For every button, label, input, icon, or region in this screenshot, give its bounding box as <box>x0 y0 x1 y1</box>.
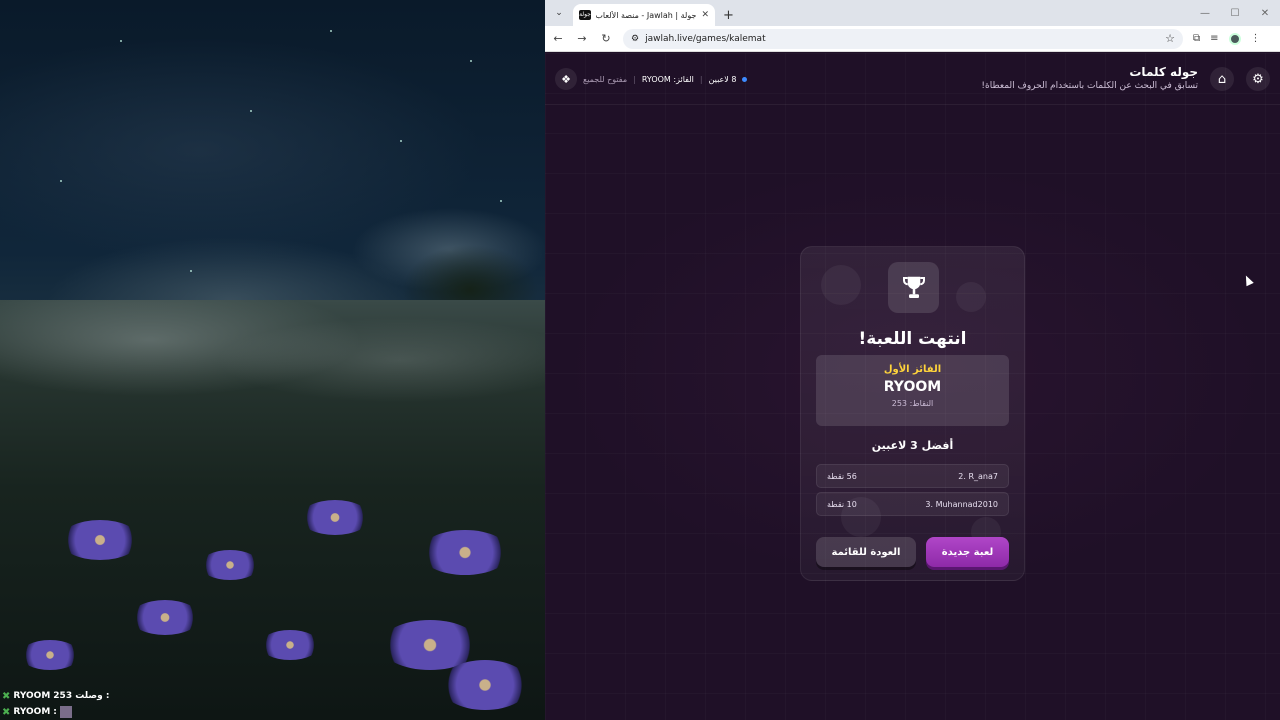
game-page: ⚙ ⌂ جوله كلمات تسابق في البحث عن الكلمات… <box>545 53 1280 720</box>
chat-user: RYOOM <box>13 691 51 701</box>
star-icon[interactable]: ☆ <box>1165 32 1175 45</box>
chat-user: RYOOM <box>13 707 51 717</box>
settings-icon[interactable]: ⚙ <box>1246 67 1270 91</box>
site-info-icon[interactable]: ⚙ <box>631 34 639 44</box>
winner-box: الفائز الأول RYOOM النقاط: 253 <box>816 355 1009 426</box>
new-tab-icon[interactable]: + <box>723 8 734 23</box>
browser-toolbar: ← → ↻ ⚙ jawlah.live/games/kalemat ☆ ⧉ ≡ … <box>545 26 1280 52</box>
player-points: 10 نقطة <box>827 499 857 509</box>
chat-text: وصلت 253 : <box>53 691 110 701</box>
address-bar[interactable]: ⚙ jawlah.live/games/kalemat ☆ <box>623 28 1183 49</box>
winner-name: RYOOM <box>883 379 942 395</box>
chat-message: ✖ RYOOM : <box>2 704 142 720</box>
winner-points: النقاط: 253 <box>891 399 934 408</box>
mod-badge-icon: ✖ <box>2 690 11 702</box>
page-title: جوله كلمات <box>1129 65 1198 79</box>
player-name: 2. R_ana7 <box>958 471 998 481</box>
profile-avatar[interactable] <box>1228 32 1241 45</box>
stream-background-scene: ✖ RYOOM وصلت 253 : ✖ RYOOM : <box>0 0 545 720</box>
tab-title: جولة | Jawlah - منصة الألعاب الت... <box>596 10 697 20</box>
new-game-button[interactable]: لعبة جديدة <box>926 537 1009 567</box>
forward-icon[interactable]: → <box>575 32 589 45</box>
logo-icon[interactable]: ❖ <box>555 68 577 90</box>
trophy-icon <box>888 262 939 313</box>
url-text: jawlah.live/games/kalemat <box>645 33 766 44</box>
back-icon[interactable]: ← <box>551 32 565 45</box>
player-name: 3. Muhannad2010 <box>925 499 998 509</box>
emote-icon <box>59 706 72 718</box>
tab-close-icon[interactable]: ✕ <box>701 10 709 20</box>
winner-status: الفائز: RYOOM <box>641 74 694 84</box>
page-subtitle: تسابق في البحث عن الكلمات باستخدام الحرو… <box>981 81 1198 91</box>
browser-tab[interactable]: جولة جولة | Jawlah - منصة الألعاب الت...… <box>573 4 715 26</box>
game-header: ⚙ ⌂ جوله كلمات تسابق في البحث عن الكلمات… <box>545 53 1280 105</box>
home-icon[interactable]: ⌂ <box>1210 67 1234 91</box>
online-dot-icon <box>742 76 748 82</box>
players-count: 8 لاعبين <box>708 74 737 84</box>
player-points: 56 نقطة <box>827 471 857 481</box>
access-status: مفتوح للجميع <box>583 74 628 84</box>
status-bar: 8 لاعبين | الفائز: RYOOM | مفتوح للجميع … <box>555 67 748 91</box>
game-over-title: انتهت اللعبة! <box>858 329 967 349</box>
title-block: جوله كلمات تسابق في البحث عن الكلمات باس… <box>981 65 1198 91</box>
tab-favicon-icon: جولة <box>579 10 591 20</box>
menu-icon[interactable]: ⋮ <box>1251 33 1261 44</box>
chat-message: ✖ RYOOM وصلت 253 : <box>2 688 142 704</box>
game-over-card: انتهت اللعبة! الفائز الأول RYOOM النقاط:… <box>800 246 1025 581</box>
mod-badge-icon: ✖ <box>2 706 11 718</box>
browser-window: ⌄ جولة جولة | Jawlah - منصة الألعاب الت.… <box>545 0 1280 720</box>
winner-label: الفائز الأول <box>883 364 942 375</box>
mouse-cursor-icon <box>1242 273 1254 287</box>
leaderboard-row: 3. Muhannad2010 10 نقطة <box>816 492 1009 516</box>
top-players-title: أفضل 3 لاعبين <box>871 439 954 452</box>
minimize-icon[interactable]: — <box>1190 0 1220 26</box>
back-to-list-button[interactable]: العودة للقائمة <box>816 537 916 567</box>
chat-text: : <box>53 707 57 717</box>
media-icon[interactable]: ≡ <box>1210 33 1218 44</box>
stream-chat: ✖ RYOOM وصلت 253 : ✖ RYOOM : <box>2 688 142 720</box>
extensions-icon[interactable]: ⧉ <box>1193 33 1200 44</box>
close-window-icon[interactable]: ✕ <box>1250 0 1280 26</box>
tab-strip: ⌄ جولة جولة | Jawlah - منصة الألعاب الت.… <box>545 0 1280 26</box>
leaderboard-row: 2. R_ana7 56 نقطة <box>816 464 1009 488</box>
maximize-icon[interactable]: ☐ <box>1220 0 1250 26</box>
tab-search-icon[interactable]: ⌄ <box>551 5 567 21</box>
reload-icon[interactable]: ↻ <box>599 32 613 45</box>
window-controls: — ☐ ✕ <box>1190 0 1280 26</box>
